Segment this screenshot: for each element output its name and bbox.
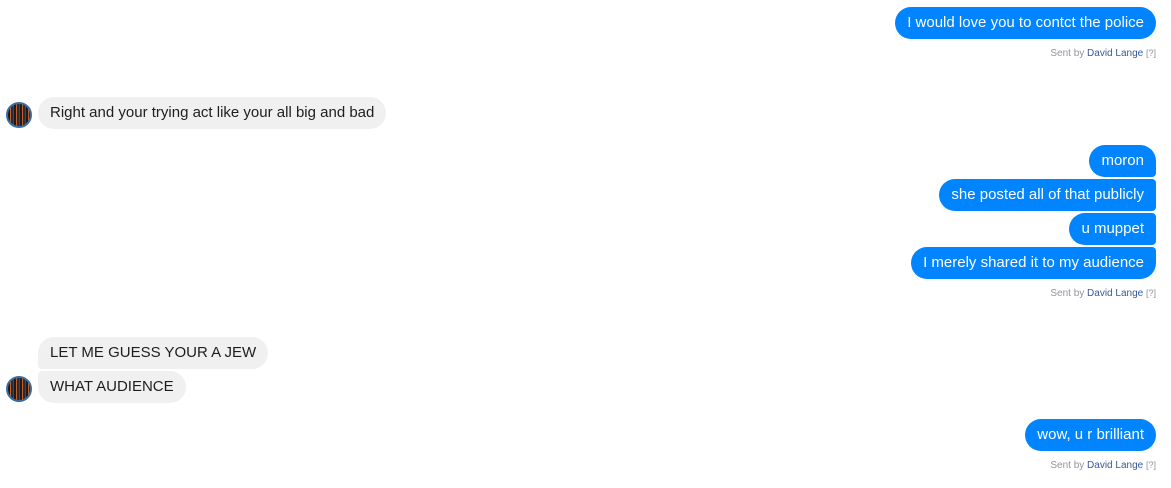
outgoing-message-group: wow, u r brilliant xyxy=(1025,419,1156,453)
incoming-message-bubble[interactable]: WHAT AUDIENCE xyxy=(38,371,186,403)
incoming-message-bubble[interactable]: LET ME GUESS YOUR A JEW xyxy=(38,337,269,369)
outgoing-message-group: I would love you to contct the police xyxy=(895,7,1156,41)
outgoing-message-bubble[interactable]: u muppet xyxy=(1069,213,1156,245)
contact-avatar[interactable] xyxy=(6,376,32,402)
contact-avatar[interactable] xyxy=(6,102,32,128)
sender-name-link[interactable]: David Lange xyxy=(1087,460,1143,471)
outgoing-message-bubble[interactable]: she posted all of that publicly xyxy=(939,179,1156,211)
sender-name-link[interactable]: David Lange xyxy=(1087,288,1143,299)
incoming-message-group: Right and your trying act like your all … xyxy=(38,97,387,131)
incoming-message-group: LET ME GUESS YOUR A JEW WHAT AUDIENCE xyxy=(38,337,269,405)
sent-by-receipt: Sent by David Lange [?] xyxy=(1050,47,1156,60)
sent-by-label: Sent by xyxy=(1050,48,1085,59)
outgoing-message-bubble[interactable]: I merely shared it to my audience xyxy=(911,247,1156,279)
help-link[interactable]: [?] xyxy=(1146,48,1156,58)
help-link[interactable]: [?] xyxy=(1146,288,1156,298)
sent-by-receipt: Sent by David Lange [?] xyxy=(1050,287,1156,300)
sent-by-label: Sent by xyxy=(1050,460,1085,471)
sent-by-receipt: Sent by David Lange [?] xyxy=(1050,459,1156,472)
sent-by-label: Sent by xyxy=(1050,288,1085,299)
outgoing-message-bubble[interactable]: moron xyxy=(1089,145,1156,177)
help-link[interactable]: [?] xyxy=(1146,460,1156,470)
outgoing-message-group: moron she posted all of that publicly u … xyxy=(911,145,1156,281)
outgoing-message-bubble[interactable]: I would love you to contct the police xyxy=(895,7,1156,39)
sender-name-link[interactable]: David Lange xyxy=(1087,48,1143,59)
incoming-message-bubble[interactable]: Right and your trying act like your all … xyxy=(38,97,387,129)
outgoing-message-bubble[interactable]: wow, u r brilliant xyxy=(1025,419,1156,451)
